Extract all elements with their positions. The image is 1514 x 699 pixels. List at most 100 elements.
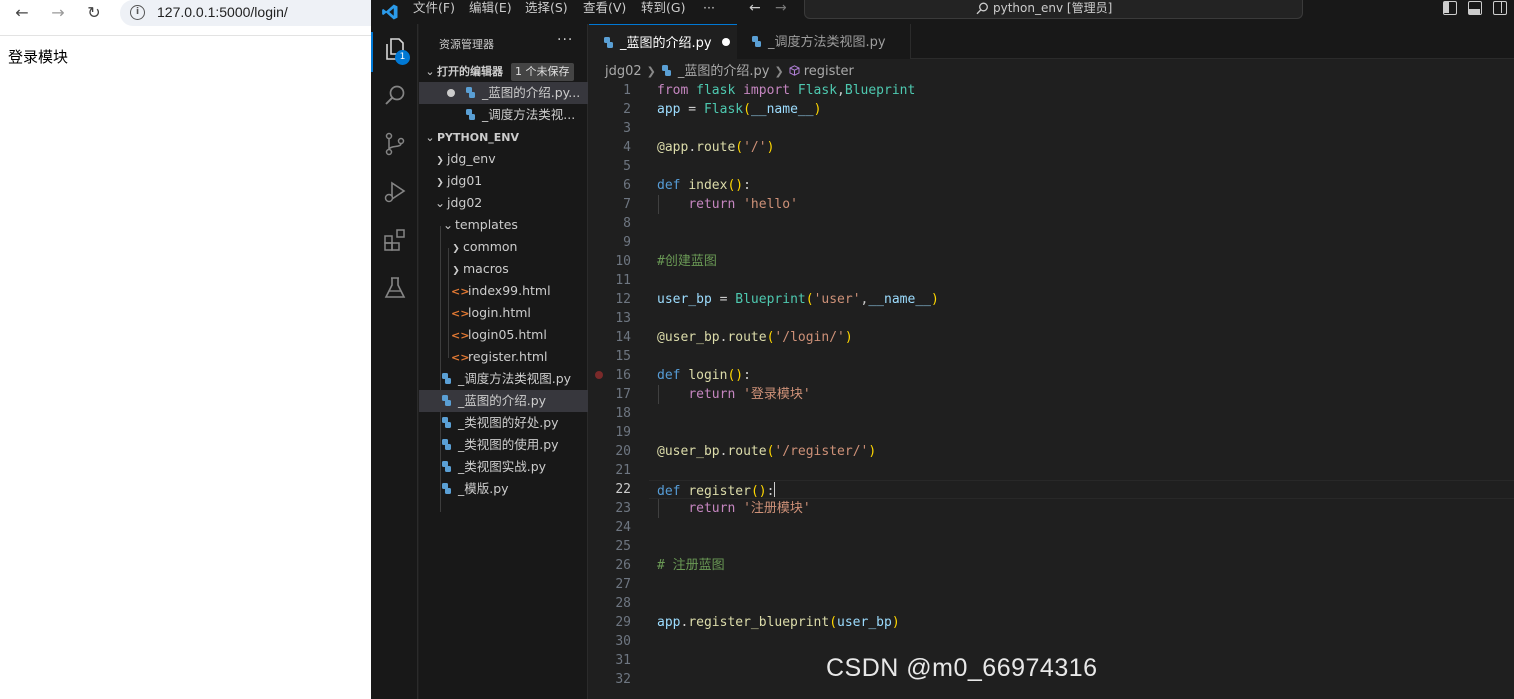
open-editors-header[interactable]: ⌄ 打开的编辑器 1 个未保存 (419, 62, 588, 82)
menu-more[interactable]: ··· (703, 0, 715, 20)
run-debug-icon[interactable] (382, 179, 408, 205)
code-line[interactable]: 24 (589, 518, 1514, 537)
code-line[interactable]: 29 app.register_blueprint(user_bp) (589, 613, 1514, 632)
line-number: 3 (623, 121, 631, 136)
tree-file[interactable]: <>login.html (419, 302, 588, 324)
code-line[interactable]: 10 #创建蓝图 (589, 252, 1514, 271)
code-line[interactable]: 16 def login(): (589, 366, 1514, 385)
open-editors-label: 打开的编辑器 (437, 65, 503, 78)
code-text: user_bp = Blueprint('user',__name__) (657, 292, 939, 307)
tab-label: _调度方法类视图.py (768, 35, 886, 50)
toggle-sidebar-icon[interactable] (1443, 1, 1457, 15)
tree-file[interactable]: _类视图的好处.py (419, 412, 588, 434)
python-file-icon (442, 417, 451, 428)
tree-label: index99.html (468, 283, 551, 298)
workspace-label: PYTHON_ENV (437, 131, 520, 144)
line-number: 19 (615, 425, 631, 440)
tree-folder[interactable]: ❯ common (419, 236, 588, 258)
method-cube-icon (789, 65, 800, 76)
code-line[interactable]: 5 (589, 157, 1514, 176)
tab-dispatch-view[interactable]: _调度方法类视图.py (737, 24, 911, 59)
command-center[interactable]: python_env [管理员] (804, 0, 1303, 19)
testing-flask-icon[interactable] (382, 275, 408, 301)
code-line[interactable]: 3 (589, 119, 1514, 138)
line-number: 10 (615, 254, 631, 269)
chevron-right-icon: ❯ (646, 65, 656, 78)
code-text: from flask import Flask,Blueprint (657, 83, 916, 98)
code-line[interactable]: 12 user_bp = Blueprint('user',__name__) (589, 290, 1514, 309)
tree-label: common (463, 239, 518, 254)
code-line[interactable]: 30 (589, 632, 1514, 651)
toggle-panel-icon[interactable] (1468, 1, 1482, 15)
code-line[interactable]: 26 # 注册蓝图 (589, 556, 1514, 575)
code-line[interactable]: 21 (589, 461, 1514, 480)
tree-folder[interactable]: ❯ jdg01 (419, 170, 588, 192)
code-line[interactable]: 2 app = Flask(__name__) (589, 100, 1514, 119)
open-editor-item[interactable]: _蓝图的介绍.py... (419, 82, 588, 104)
tree-file[interactable]: _类视图的使用.py (419, 434, 588, 456)
search-icon[interactable] (382, 83, 408, 109)
breadcrumb-folder[interactable]: jdg02 (605, 64, 642, 79)
chevron-down-icon: ⌄ (442, 218, 454, 232)
line-number: 30 (615, 634, 631, 649)
tab-blueprint-intro[interactable]: _蓝图的介绍.py (589, 24, 737, 59)
code-line[interactable]: 4 @app.route('/') (589, 138, 1514, 157)
code-line[interactable]: 13 (589, 309, 1514, 328)
code-line[interactable]: 6 def index(): (589, 176, 1514, 195)
code-line[interactable]: 17 return '登录模块' (589, 385, 1514, 404)
menu-item[interactable]: 转到(G) (641, 0, 685, 20)
toggle-secondary-sidebar-icon[interactable] (1493, 1, 1507, 15)
tree-file[interactable]: _类视图实战.py (419, 456, 588, 478)
unsaved-dot-icon[interactable] (721, 38, 730, 46)
nav-back-icon[interactable]: ← (749, 0, 761, 16)
nav-forward-icon[interactable]: → (775, 0, 787, 16)
tree-file[interactable]: <>index99.html (419, 280, 588, 302)
reload-icon[interactable]: ↻ (81, 2, 107, 24)
tree-folder[interactable]: ⌄ templates (419, 214, 588, 236)
url-text[interactable]: 127.0.0.1:5000/login/ (157, 4, 288, 20)
menu-item[interactable]: 选择(S) (525, 0, 568, 20)
forward-arrow-icon[interactable]: → (45, 2, 71, 24)
code-text: @app.route('/') (657, 140, 775, 155)
site-info-icon[interactable]: i (130, 5, 145, 20)
tree-file[interactable]: <>register.html (419, 346, 588, 368)
tree-folder[interactable]: ❯ jdg_env (419, 148, 588, 170)
more-actions-icon[interactable]: ··· (557, 32, 573, 48)
back-arrow-icon[interactable]: ← (9, 2, 35, 24)
code-line[interactable]: 23 return '注册模块' (589, 499, 1514, 518)
workspace-header[interactable]: ⌄ PYTHON_ENV (419, 128, 588, 148)
code-line[interactable]: 27 (589, 575, 1514, 594)
menu-item[interactable]: 编辑(E) (469, 0, 512, 20)
code-line[interactable]: 25 (589, 537, 1514, 556)
code-line[interactable]: 1 from flask import Flask,Blueprint (589, 81, 1514, 100)
code-line[interactable]: 18 (589, 404, 1514, 423)
code-line[interactable]: 15 (589, 347, 1514, 366)
code-line[interactable]: 9 (589, 233, 1514, 252)
menu-item[interactable]: 查看(V) (583, 0, 626, 20)
line-number: 21 (615, 463, 631, 478)
tree-file[interactable]: _调度方法类视图.py (419, 368, 588, 390)
code-line[interactable]: 22 def register(): (589, 480, 1514, 499)
code-line[interactable]: 28 (589, 594, 1514, 613)
address-bar[interactable]: i 127.0.0.1:5000/login/ (120, 0, 390, 26)
code-line[interactable]: 7 return 'hello' (589, 195, 1514, 214)
tree-file[interactable]: <>login05.html (419, 324, 588, 346)
open-editor-item[interactable]: _调度方法类视... (419, 104, 588, 126)
code-line[interactable]: 19 (589, 423, 1514, 442)
code-line[interactable]: 8 (589, 214, 1514, 233)
tree-folder[interactable]: ❯ macros (419, 258, 588, 280)
tree-label: _调度方法类视图.py (458, 371, 572, 386)
breadcrumb-symbol[interactable]: register (804, 64, 854, 79)
breadcrumb-file[interactable]: _蓝图的介绍.py (678, 64, 770, 79)
source-control-icon[interactable] (382, 131, 408, 157)
tree-folder[interactable]: ⌄ jdg02 (419, 192, 588, 214)
code-line[interactable]: 20 @user_bp.route('/register/') (589, 442, 1514, 461)
tree-file[interactable]: _模版.py (419, 478, 588, 500)
extensions-icon[interactable] (382, 227, 408, 253)
menu-item[interactable]: 文件(F) (413, 0, 455, 20)
tree-file[interactable]: _蓝图的介绍.py (419, 390, 588, 412)
python-file-icon (442, 483, 451, 494)
code-line[interactable]: 14 @user_bp.route('/login/') (589, 328, 1514, 347)
code-line[interactable]: 11 (589, 271, 1514, 290)
line-number: 26 (615, 558, 631, 573)
